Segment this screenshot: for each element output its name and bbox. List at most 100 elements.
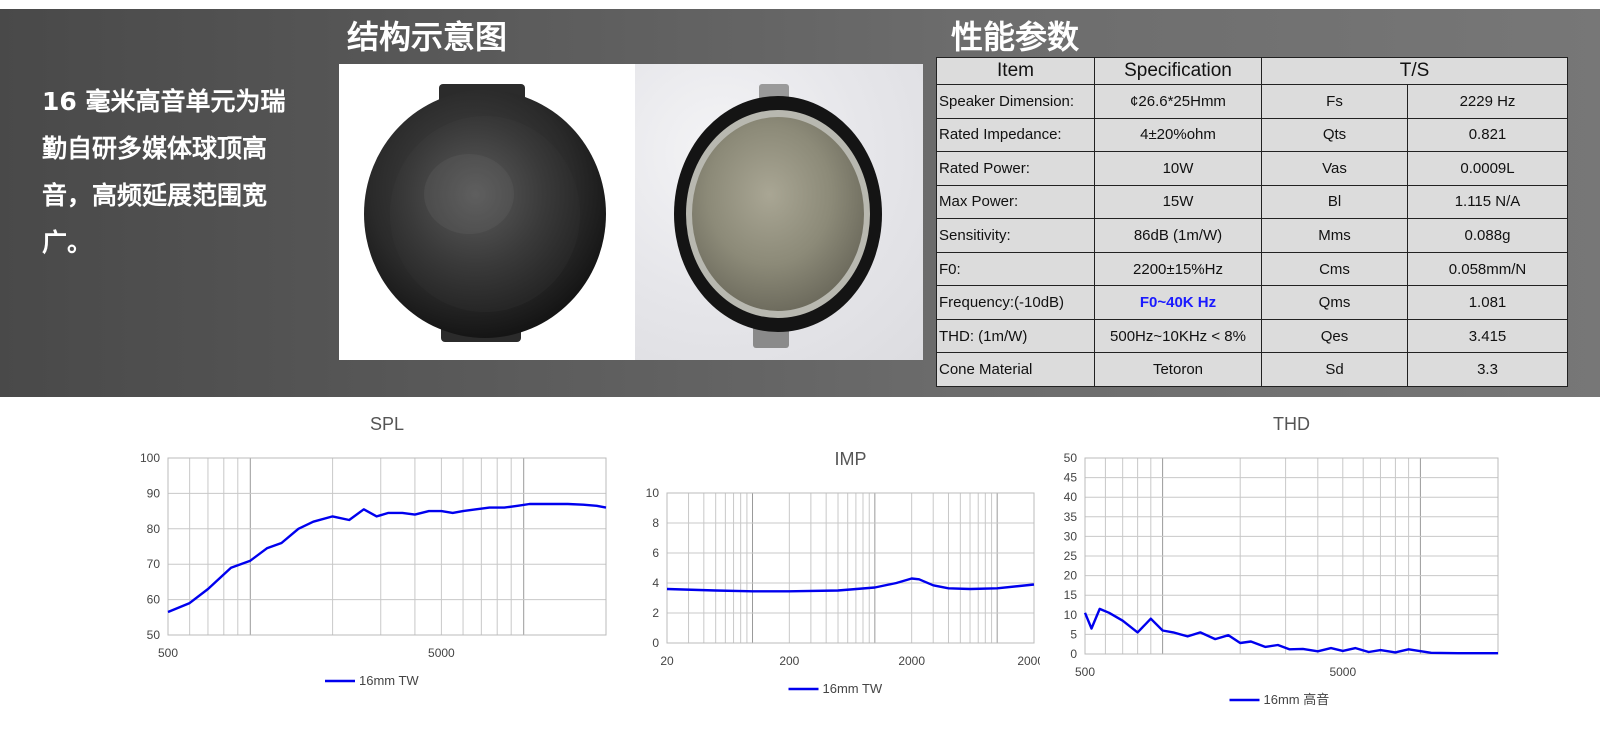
ts-param: Bl (1261, 184, 1408, 220)
table-row: Rated Impedance: 4±20%ohm Qts 0.821 (936, 117, 1568, 153)
y-tick-label: 45 (1064, 471, 1078, 485)
y-tick-label: 6 (652, 546, 659, 560)
ts-value: 2229 Hz (1407, 84, 1568, 119)
table-row: Sensitivity: 86dB (1m/W) Mms 0.088g (936, 218, 1568, 253)
x-tick-label: 200 (779, 654, 799, 668)
x-tick-label: 500 (1075, 665, 1095, 679)
spec-item: Max Power: (936, 184, 1095, 220)
plot-border (666, 492, 1035, 644)
spec-value: Tetoron (1094, 352, 1262, 387)
header-specification: Specification (1094, 57, 1262, 85)
plot-border (167, 457, 607, 636)
spec-value: 500Hz~10KHz < 8% (1094, 318, 1262, 354)
ts-param: Fs (1261, 84, 1408, 119)
y-tick-label: 35 (1064, 510, 1078, 524)
spec-value: 4±20%ohm (1094, 117, 1262, 153)
intro-text: 16 毫米高音单元为瑞勤自研多媒体球顶高音，高频延展范围宽广。 (42, 87, 286, 257)
x-tick-label: 2000 (898, 654, 925, 668)
table-row: Frequency:(-10dB) F0~40K Hz Qms 1.081 (936, 285, 1568, 320)
y-tick-label: 40 (1064, 490, 1078, 504)
y-tick-label: 70 (147, 557, 161, 571)
spec-table-header: Item Specification T/S (936, 57, 1568, 85)
y-tick-label: 5 (1070, 627, 1077, 641)
y-tick-label: 15 (1064, 588, 1078, 602)
legend-label: 16mm 高音 (1264, 692, 1330, 707)
ts-param: Sd (1261, 352, 1408, 387)
ts-param: Vas (1261, 151, 1408, 186)
x-tick-label: 20000 (1017, 654, 1040, 668)
y-tick-label: 60 (147, 593, 161, 607)
ts-value: 0.058mm/N (1407, 251, 1568, 287)
y-tick-label: 0 (652, 636, 659, 650)
series-line (167, 502, 607, 614)
spec-value: 86dB (1m/W) (1094, 218, 1262, 253)
spl-chart: SPL 50 60 70 80 90 100 500 5000 16mm TW (110, 410, 610, 705)
ts-param: Qes (1261, 318, 1408, 354)
ts-param: Qts (1261, 117, 1408, 153)
ts-value: 1.115 N/A (1407, 184, 1568, 220)
y-tick-label: 20 (1064, 569, 1078, 583)
performance-title: 性能参数 (951, 18, 1080, 56)
header-ts: T/S (1261, 57, 1568, 85)
y-tick-label: 0 (1070, 647, 1077, 661)
ts-param: Qms (1261, 285, 1408, 320)
ts-value: 0.821 (1407, 117, 1568, 153)
spec-value: ¢26.6*25Hmm (1094, 84, 1262, 119)
ts-param: Mms (1261, 218, 1408, 253)
y-tick-label: 100 (140, 451, 160, 465)
y-tick-label: 8 (652, 516, 659, 530)
ts-value: 3.3 (1407, 352, 1568, 387)
y-tick-label: 30 (1064, 529, 1078, 543)
legend-label: 16mm TW (823, 681, 883, 696)
y-tick-label: 4 (652, 576, 659, 590)
chart-title: SPL (370, 414, 404, 434)
y-tick-label: 2 (652, 606, 659, 620)
ts-value: 1.081 (1407, 285, 1568, 320)
spec-value: F0~40K Hz (1094, 285, 1262, 320)
x-tick-label: 5000 (1329, 665, 1356, 679)
chart-title: THD (1273, 414, 1310, 434)
x-tick-label: 20 (660, 654, 674, 668)
spec-item: Frequency:(-10dB) (936, 285, 1095, 320)
spec-item: Speaker Dimension: (936, 84, 1095, 119)
ts-value: 3.415 (1407, 318, 1568, 354)
spec-item: Sensitivity: (936, 218, 1095, 253)
spec-table: Item Specification T/S Speaker Dimension… (936, 57, 1568, 387)
y-tick-label: 50 (1064, 451, 1078, 465)
ts-param: Cms (1261, 251, 1408, 287)
y-tick-label: 10 (1064, 608, 1078, 622)
tweeter-back-photo (635, 64, 923, 360)
spec-item: Cone Material (936, 352, 1095, 387)
y-tick-label: 10 (646, 486, 660, 500)
spec-item: Rated Power: (936, 151, 1095, 186)
table-row: F0: 2200±15%Hz Cms 0.058mm/N (936, 251, 1568, 287)
table-row: Max Power: 15W Bl 1.115 N/A (936, 184, 1568, 220)
y-tick-label: 80 (147, 522, 161, 536)
table-row: Cone Material Tetoron Sd 3.3 (936, 352, 1568, 387)
imp-chart: IMP 0 2 4 6 8 10 20 200 2000 20000 16mm TW (620, 445, 1040, 710)
y-tick-label: 25 (1064, 549, 1078, 563)
header-item: Item (936, 57, 1095, 85)
structure-photos (339, 64, 923, 360)
ts-value: 0.0009L (1407, 151, 1568, 186)
table-row: THD: (1m/W) 500Hz~10KHz < 8% Qes 3.415 (936, 318, 1568, 354)
series-line (1083, 607, 1498, 655)
tweeter-front-photo (339, 64, 635, 360)
x-tick-label: 500 (158, 646, 178, 660)
y-tick-label: 90 (147, 486, 161, 500)
x-tick-label: 5000 (428, 646, 455, 660)
ts-value: 0.088g (1407, 218, 1568, 253)
spec-item: F0: (936, 251, 1095, 287)
structure-title: 结构示意图 (347, 18, 508, 56)
legend-label: 16mm TW (359, 673, 419, 688)
spec-value: 10W (1094, 151, 1262, 186)
chart-title: IMP (834, 449, 866, 469)
thd-chart: THD 0 5 10 15 20 25 30 35 40 45 50 500 5000 16mm 高音 (1060, 410, 1510, 720)
series-line (666, 577, 1035, 593)
y-tick-label: 50 (147, 628, 161, 642)
table-row: Speaker Dimension: ¢26.6*25Hmm Fs 2229 H… (936, 84, 1568, 119)
spec-item: Rated Impedance: (936, 117, 1095, 153)
spec-item: THD: (1m/W) (936, 318, 1095, 354)
spec-value: 15W (1094, 184, 1262, 220)
spec-value: 2200±15%Hz (1094, 251, 1262, 287)
